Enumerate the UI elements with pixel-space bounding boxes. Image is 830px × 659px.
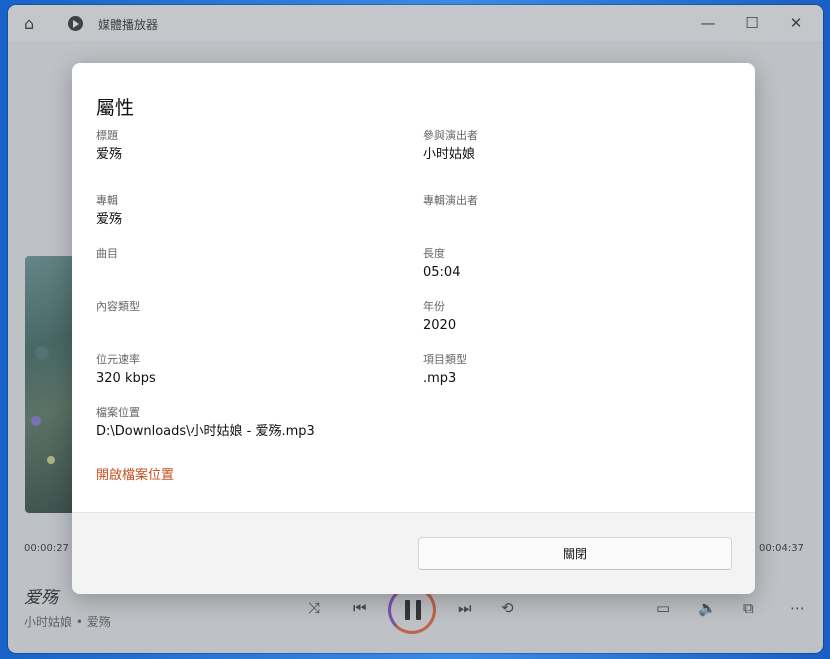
property-value: 320 kbps [96,371,156,386]
properties-dialog: 屬性 標題 爱殇 參與演出者 小时姑娘 專輯 爱殇 專輯演出者 曲目 長度 05… [72,63,755,594]
property-label: 長度 [423,247,445,260]
property-album: 專輯 爱殇 [96,194,122,228]
property-label: 位元速率 [96,353,140,366]
property-value: 小时姑娘 [423,147,476,162]
open-file-location-link[interactable]: 開啟檔案位置 [96,464,174,483]
property-value: 爱殇 [96,147,123,162]
property-label: 專輯 [96,194,118,207]
close-button[interactable]: 關閉 [418,537,732,570]
property-label: 檔案位置 [96,406,140,419]
property-label: 曲目 [96,247,118,260]
property-value: 2020 [423,318,457,333]
property-value: .mp3 [423,371,457,386]
property-bit-rate: 位元速率 320 kbps [96,353,156,387]
property-year: 年份 2020 [423,300,456,334]
property-label: 年份 [423,300,445,313]
property-label: 項目類型 [423,353,467,366]
property-file-location: 檔案位置 D:\Downloads\小时姑娘 - 爱殇.mp3 [96,406,315,440]
property-title: 標題 爱殇 [96,129,122,163]
property-item-type: 項目類型 .mp3 [423,353,467,387]
property-track: 曲目 [96,247,118,264]
property-contributing-artist: 參與演出者 小时姑娘 [423,129,478,163]
property-label: 專輯演出者 [423,194,478,207]
media-player-window: ⌂ 媒體播放器 — ☐ ✕ 00:00:27 00:04:37 爱殇 小时姑娘 … [8,5,823,653]
property-value: D:\Downloads\小时姑娘 - 爱殇.mp3 [96,424,315,439]
dialog-footer: 關閉 [72,512,755,594]
property-value: 05:04 [423,265,461,280]
property-content-type: 內容類型 [96,300,140,317]
property-label: 標題 [96,129,118,142]
property-label: 內容類型 [96,300,140,313]
property-album-artist: 專輯演出者 [423,194,478,211]
property-value: 爱殇 [96,212,123,227]
dialog-title: 屬性 [96,97,135,119]
property-length: 長度 05:04 [423,247,460,281]
property-label: 參與演出者 [423,129,478,142]
